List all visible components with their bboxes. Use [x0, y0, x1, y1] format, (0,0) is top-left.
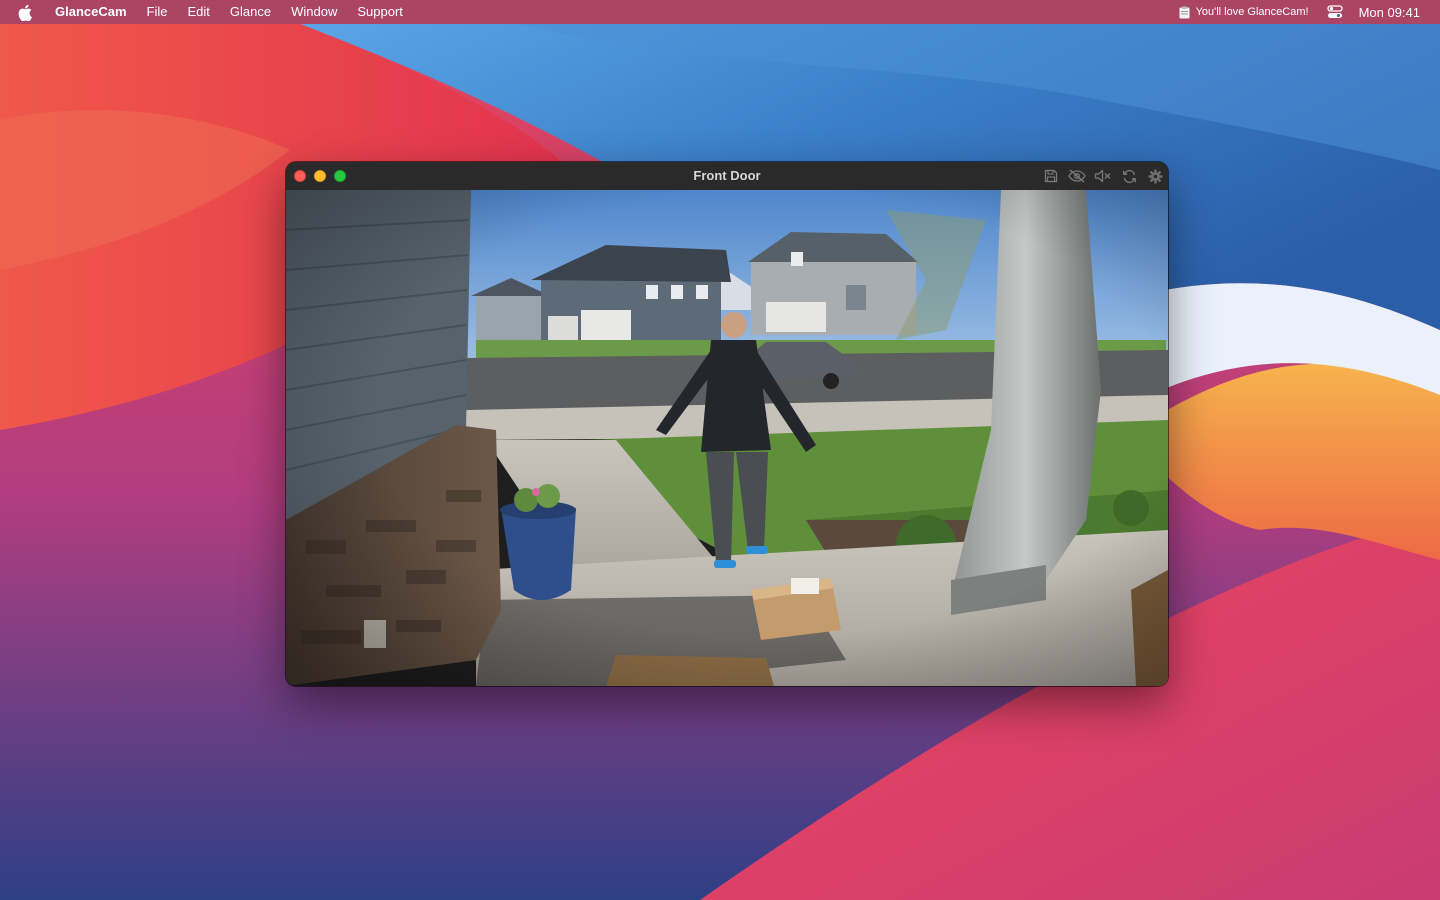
camera-window: Front Door: [286, 162, 1168, 686]
menu-window[interactable]: Window: [281, 0, 347, 24]
menu-bar: GlanceCam File Edit Glance Window Suppor…: [0, 0, 1440, 24]
refresh-icon: [1122, 169, 1136, 183]
menu-edit[interactable]: Edit: [178, 0, 220, 24]
refresh-button[interactable]: [1120, 167, 1138, 185]
mute-icon: [1094, 169, 1111, 183]
camera-feed[interactable]: [286, 190, 1168, 686]
menu-file[interactable]: File: [137, 0, 178, 24]
hide-icon: [1068, 169, 1086, 183]
save-icon: [1044, 169, 1058, 183]
menu-app-name[interactable]: GlanceCam: [55, 0, 137, 24]
menu-clock[interactable]: Mon 09:41: [1359, 5, 1420, 20]
close-button[interactable]: [294, 170, 306, 182]
menu-glance[interactable]: Glance: [220, 0, 281, 24]
apple-logo-icon[interactable]: [18, 3, 34, 21]
hide-video-button[interactable]: [1068, 167, 1086, 185]
menu-support[interactable]: Support: [347, 0, 413, 24]
window-titlebar[interactable]: Front Door: [286, 162, 1168, 190]
clipboard-icon: [1179, 6, 1190, 18]
mute-button[interactable]: [1094, 167, 1112, 185]
control-center-icon[interactable]: [1326, 5, 1343, 19]
settings-button[interactable]: [1146, 167, 1164, 185]
status-menu-glancecam[interactable]: You'll love GlanceCam!: [1179, 6, 1309, 19]
window-toolbar: [1034, 162, 1164, 190]
gear-icon: [1148, 169, 1162, 183]
zoom-button[interactable]: [334, 170, 346, 182]
status-text: You'll love GlanceCam!: [1195, 6, 1309, 18]
save-snapshot-button[interactable]: [1042, 167, 1060, 185]
minimize-button[interactable]: [314, 170, 326, 182]
